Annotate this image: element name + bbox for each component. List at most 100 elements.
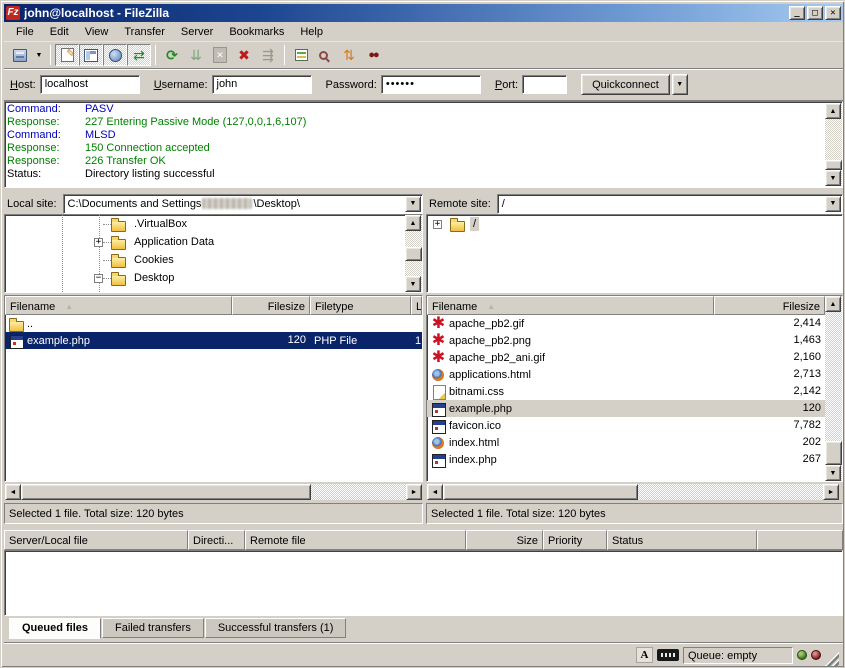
- file-row[interactable]: apache_pb2_ani.gif 2,160: [427, 349, 842, 366]
- cancel-operation-icon[interactable]: ✕: [208, 44, 232, 66]
- remote-list-hscrollbar[interactable]: ◄ ►: [427, 484, 839, 500]
- scroll-down-icon[interactable]: ▼: [825, 170, 841, 186]
- minimize-button[interactable]: _: [789, 6, 805, 20]
- quickconnect-button[interactable]: Quickconnect: [581, 74, 670, 95]
- find-files-icon[interactable]: ●●: [361, 44, 385, 66]
- local-site-combo[interactable]: C:\Documents and Settings\Desktop\ ▼: [63, 194, 423, 214]
- tree-item[interactable]: .VirtualBox: [5, 215, 422, 233]
- file-row-selected[interactable]: example.php 120 PHP File 1: [5, 332, 422, 349]
- password-input[interactable]: ••••••: [381, 75, 481, 94]
- column-header-filename[interactable]: Filename▲: [427, 296, 714, 315]
- html-file-icon: [431, 368, 446, 382]
- tree-expander-icon[interactable]: [94, 274, 103, 283]
- column-header-priority[interactable]: Priority: [543, 530, 607, 550]
- tab-failed-transfers[interactable]: Failed transfers: [102, 618, 204, 638]
- menu-transfer[interactable]: Transfer: [116, 24, 173, 40]
- menu-file[interactable]: File: [8, 24, 42, 40]
- remote-site-label: Remote site:: [426, 198, 497, 210]
- combo-dropdown-icon[interactable]: ▼: [825, 196, 841, 212]
- quickconnect-dropdown-icon[interactable]: ▼: [672, 74, 688, 95]
- log-scrollbar[interactable]: ▲ ▼: [825, 103, 842, 186]
- toggle-local-tree-icon[interactable]: [79, 44, 103, 66]
- column-header-filetype[interactable]: Filetype: [310, 296, 411, 315]
- combo-dropdown-icon[interactable]: ▼: [405, 196, 421, 212]
- toggle-transfer-queue-icon[interactable]: ⇄: [127, 44, 151, 66]
- menu-server[interactable]: Server: [173, 24, 221, 40]
- column-header-filesize[interactable]: Filesize: [714, 296, 825, 315]
- menu-edit[interactable]: Edit: [42, 24, 77, 40]
- log-row: Command:MLSD: [7, 129, 842, 142]
- menu-view[interactable]: View: [77, 24, 117, 40]
- tab-successful-transfers[interactable]: Successful transfers (1): [205, 618, 347, 638]
- status-bar: A Queue: empty: [4, 642, 843, 666]
- toggle-message-log-icon[interactable]: [55, 44, 79, 66]
- tree-expander-icon[interactable]: [94, 238, 103, 247]
- file-row[interactable]: favicon.ico 7,782: [427, 417, 842, 434]
- menu-help[interactable]: Help: [292, 24, 331, 40]
- tree-item[interactable]: Application Data: [5, 233, 422, 251]
- local-list-hscrollbar[interactable]: ◄ ►: [5, 484, 422, 500]
- scroll-up-icon[interactable]: ▲: [405, 215, 421, 231]
- tree-item[interactable]: Desktop: [5, 269, 422, 287]
- file-row[interactable]: apache_pb2.gif 2,414: [427, 315, 842, 332]
- data-type-indicator-icon[interactable]: A: [636, 647, 653, 663]
- toggle-remote-tree-icon[interactable]: [103, 44, 127, 66]
- local-tree-scrollbar[interactable]: ▲ ▼: [405, 215, 422, 292]
- scroll-thumb[interactable]: [825, 441, 842, 465]
- close-button[interactable]: ✕: [825, 6, 841, 20]
- tree-expander-icon[interactable]: [433, 220, 442, 229]
- remote-site-combo[interactable]: / ▼: [497, 194, 843, 214]
- disconnect-icon[interactable]: ✖: [232, 44, 256, 66]
- scroll-thumb[interactable]: [825, 160, 842, 170]
- site-manager-icon[interactable]: [8, 44, 32, 66]
- column-header-server-local-file[interactable]: Server/Local file: [4, 530, 188, 550]
- username-input[interactable]: john: [212, 75, 312, 94]
- file-row[interactable]: ..: [5, 315, 422, 332]
- column-header-filesize[interactable]: Filesize: [232, 296, 310, 315]
- filename-filters-icon[interactable]: [289, 44, 313, 66]
- resize-grip[interactable]: [825, 652, 839, 666]
- refresh-icon[interactable]: ⟳: [160, 44, 184, 66]
- scroll-right-icon[interactable]: ►: [823, 484, 839, 500]
- host-input[interactable]: localhost: [40, 75, 140, 94]
- file-row[interactable]: index.html 202: [427, 434, 842, 451]
- tree-item[interactable]: /: [427, 215, 842, 233]
- column-header-filename[interactable]: Filename▲: [5, 296, 232, 315]
- scroll-left-icon[interactable]: ◄: [427, 484, 443, 500]
- column-header-lastmodified[interactable]: L: [411, 296, 422, 315]
- scroll-thumb[interactable]: [405, 247, 422, 261]
- site-manager-dropdown-icon[interactable]: ▼: [32, 44, 46, 66]
- port-input[interactable]: [522, 75, 567, 94]
- scroll-down-icon[interactable]: ▼: [405, 276, 421, 292]
- column-header-direction[interactable]: Directi...: [188, 530, 245, 550]
- file-row-selected[interactable]: example.php 120: [427, 400, 842, 417]
- log-row: Status:Directory listing successful: [7, 168, 842, 181]
- scroll-thumb[interactable]: [443, 484, 638, 500]
- tree-item[interactable]: Cookies: [5, 251, 422, 269]
- tab-queued-files[interactable]: Queued files: [9, 618, 101, 639]
- file-row[interactable]: index.php 267: [427, 451, 842, 468]
- remote-list-scrollbar[interactable]: ▲ ▼: [825, 296, 842, 481]
- column-header-size[interactable]: Size: [466, 530, 543, 550]
- process-queue-icon[interactable]: ⇊: [184, 44, 208, 66]
- menu-bookmarks[interactable]: Bookmarks: [221, 24, 292, 40]
- scroll-up-icon[interactable]: ▲: [825, 296, 841, 312]
- apache-file-icon: [431, 334, 446, 348]
- scroll-down-icon[interactable]: ▼: [825, 465, 841, 481]
- folder-icon: [111, 217, 126, 231]
- scroll-left-icon[interactable]: ◄: [5, 484, 21, 500]
- file-row[interactable]: apache_pb2.png 1,463: [427, 332, 842, 349]
- column-header-status[interactable]: Status: [607, 530, 757, 550]
- file-row[interactable]: bitnami.css 2,142: [427, 383, 842, 400]
- scroll-up-icon[interactable]: ▲: [825, 103, 841, 119]
- maximize-button[interactable]: □: [807, 6, 823, 20]
- column-header-remote-file[interactable]: Remote file: [245, 530, 466, 550]
- remote-selection-status: Selected 1 file. Total size: 120 bytes: [426, 503, 843, 524]
- synchronized-browsing-icon[interactable]: ⇅: [337, 44, 361, 66]
- scroll-right-icon[interactable]: ►: [406, 484, 422, 500]
- speed-limit-indicator-icon[interactable]: [657, 649, 679, 661]
- reconnect-icon[interactable]: ⇶: [256, 44, 280, 66]
- directory-comparison-icon[interactable]: [313, 44, 337, 66]
- scroll-thumb[interactable]: [21, 484, 311, 500]
- file-row[interactable]: applications.html 2,713: [427, 366, 842, 383]
